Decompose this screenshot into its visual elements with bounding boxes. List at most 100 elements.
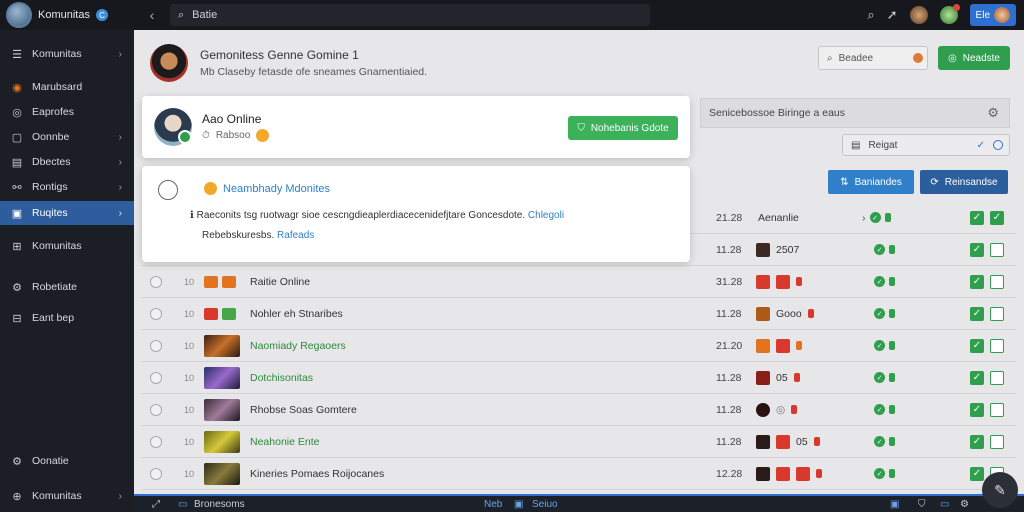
table-row[interactable]: 10 Naomiady Regaoers 21.20 ​ ✓​ ✓ bbox=[142, 330, 1016, 362]
bottom-mid-2[interactable]: Seiuo bbox=[532, 499, 558, 510]
notification-avatar[interactable] bbox=[939, 4, 960, 24]
thumbnail-icon bbox=[756, 434, 770, 449]
status-icon bbox=[776, 434, 790, 449]
check-box[interactable]: ✓ bbox=[970, 242, 984, 257]
check-box[interactable] bbox=[990, 434, 1004, 449]
sidebar-item-active[interactable]: ▣ Ruqites › bbox=[0, 201, 134, 225]
settings-icon[interactable]: ⚙ bbox=[960, 499, 969, 510]
search-icon[interactable]: ⌕ bbox=[867, 7, 874, 23]
gear-icon[interactable]: ⚙ bbox=[987, 105, 999, 121]
link-icon: ⚯ bbox=[12, 181, 22, 194]
row-name[interactable]: Naomiady Regaoers bbox=[250, 340, 346, 352]
user-avatar[interactable] bbox=[909, 6, 928, 24]
image-icon: ▣ bbox=[11, 207, 23, 220]
bottom-mid-1[interactable]: Neb bbox=[484, 499, 502, 510]
row-state: 2507 bbox=[756, 242, 799, 257]
sidebar-item-label: Rontigs bbox=[32, 181, 68, 193]
row-tags bbox=[204, 275, 236, 288]
sidebar-item-dashboard[interactable]: ◉ Marubsard bbox=[0, 75, 134, 99]
brand[interactable]: Komunitas C bbox=[0, 2, 134, 28]
row-radio[interactable] bbox=[150, 403, 162, 416]
check-box[interactable]: ✓ bbox=[970, 210, 984, 225]
page-search[interactable]: ⌕ Beadee bbox=[818, 46, 928, 70]
sidebar-item-community[interactable]: ⊞ Komunitas bbox=[0, 234, 134, 258]
right-panel-select[interactable]: ▤ Reigat ✓ bbox=[842, 134, 1010, 156]
check-box[interactable]: ✓ bbox=[970, 466, 984, 481]
row-radio[interactable] bbox=[150, 339, 162, 352]
sidebar-item-folder[interactable]: ▢ Oonnbe › bbox=[0, 125, 134, 149]
sidebar-item-logout[interactable]: ⊕ Komunitas › bbox=[0, 484, 134, 508]
table-row[interactable]: 10 Neahonie Ente 11.28 05​ ✓​ ✓ bbox=[142, 426, 1016, 458]
check-box[interactable] bbox=[990, 274, 1004, 289]
check-box[interactable]: ✓ bbox=[970, 274, 984, 289]
bottom-bar: ⤢ ▭ Bronesoms Neb ▣ Seiuo ▣ ⛉ ▭ ⚙ bbox=[134, 494, 1024, 512]
row-state: ​ bbox=[756, 274, 802, 289]
filter-button[interactable]: ⇅ Baniandes bbox=[828, 170, 914, 194]
send-icon[interactable]: ➚ bbox=[887, 7, 898, 23]
table-row[interactable]: 10 Dotchisonitas 11.28 05​ ✓​ ✓ bbox=[142, 362, 1016, 394]
chat-fab-button[interactable]: ✎ bbox=[982, 472, 1018, 508]
chevron-right-icon: › bbox=[118, 48, 122, 60]
sidebar-item-komunitas[interactable]: ☰ Komunitas › bbox=[0, 42, 134, 66]
right-panel-header: Senicebossoe Biringe a eaus ⚙ bbox=[700, 98, 1010, 128]
row-number: 21.28 bbox=[716, 211, 743, 224]
filter-button-label: Baniandes bbox=[854, 176, 902, 188]
row-radio[interactable] bbox=[150, 275, 162, 288]
search-input[interactable] bbox=[192, 9, 613, 21]
shield-icon[interactable]: ⛉ bbox=[918, 499, 926, 510]
sidebar-item-settings[interactable]: ⚙ Robetiate bbox=[0, 275, 134, 299]
search-bar[interactable]: ⌕ bbox=[170, 4, 650, 26]
check-box[interactable] bbox=[990, 370, 1004, 385]
row-ok: ✓​ bbox=[874, 404, 895, 415]
check-box[interactable] bbox=[990, 242, 1004, 257]
check-box[interactable]: ✓ bbox=[970, 370, 984, 385]
check-box[interactable] bbox=[990, 402, 1004, 417]
row-name[interactable]: Neahonie Ente bbox=[250, 436, 319, 448]
sidebar-item-help[interactable]: ⚙ Oonatie bbox=[0, 449, 134, 473]
radio-icon: ◎ bbox=[776, 403, 786, 416]
refresh-button[interactable]: ⟳ Reinsandse bbox=[920, 170, 1008, 194]
check-box[interactable]: ✓ bbox=[970, 306, 984, 321]
row-name[interactable]: Dotchisonitas bbox=[250, 372, 313, 384]
notice-link-1[interactable]: Chlegoli bbox=[528, 210, 564, 221]
bottom-left-label[interactable]: Bronesoms bbox=[194, 499, 245, 510]
check-box[interactable]: ✓ bbox=[970, 338, 984, 353]
header-action-button[interactable]: ◎ Neadste bbox=[938, 46, 1010, 70]
check-box[interactable]: ✓ bbox=[970, 402, 984, 417]
check-box[interactable] bbox=[990, 338, 1004, 353]
table-row[interactable]: 10 Raitie Online 31.28 ​ ✓​ ✓ bbox=[142, 266, 1016, 298]
back-icon[interactable]: ‹ bbox=[134, 7, 170, 23]
notice-link-2[interactable]: Rafeads bbox=[277, 230, 314, 241]
online-card-cta-button[interactable]: ⛉ Nohebanis Gdote bbox=[568, 116, 678, 140]
check-box[interactable]: ✓ bbox=[970, 434, 984, 449]
expand-icon[interactable]: ⤢ bbox=[152, 499, 160, 510]
row-number: 11.28 bbox=[716, 403, 742, 416]
sidebar-item-profile[interactable]: ◎ Eaprofes bbox=[0, 100, 134, 124]
check-box[interactable] bbox=[990, 306, 1004, 321]
table-row[interactable]: 10 Rhobse Soas Gomtere 11.28 ◎​ ✓​ ✓ bbox=[142, 394, 1016, 426]
online-card-cta-label: Nohebanis Gdote bbox=[590, 122, 669, 134]
image-icon[interactable]: ▣ bbox=[890, 499, 899, 510]
check-box[interactable]: ✓ bbox=[990, 210, 1004, 225]
clock-icon bbox=[158, 180, 178, 200]
row-thumbnail bbox=[204, 366, 240, 389]
table-row[interactable]: 10 Nohler eh Stnaribes 11.28 Gooo​ ✓​ ✓ bbox=[142, 298, 1016, 330]
profile-icon: ◎ bbox=[12, 106, 22, 119]
table-row[interactable]: 10 Kineries Pomaes Roijocanes 12.28 ​ ✓​… bbox=[142, 458, 1016, 490]
row-radio[interactable] bbox=[150, 435, 162, 448]
status-icon bbox=[776, 274, 790, 289]
page-title: Gemonitess Genne Gomine 1 bbox=[200, 48, 359, 62]
row-state: ​ bbox=[756, 338, 802, 353]
row-number: 11.28 bbox=[716, 243, 742, 256]
row-radio[interactable] bbox=[150, 371, 162, 384]
sidebar-item-grid[interactable]: ⊟ Eant bep bbox=[0, 306, 134, 330]
window-icon[interactable]: ▭ bbox=[940, 499, 949, 510]
row-radio[interactable] bbox=[150, 307, 162, 320]
sidebar-item-docs[interactable]: ▤ Dbectes › bbox=[0, 150, 134, 174]
row-ok: ✓​ bbox=[874, 372, 895, 383]
status-icon bbox=[776, 338, 790, 353]
row-radio[interactable] bbox=[150, 467, 162, 480]
sidebar-item-links[interactable]: ⚯ Rontigs › bbox=[0, 175, 134, 199]
row-name: Nohler eh Stnaribes bbox=[250, 307, 343, 320]
profile-pill[interactable]: Ele bbox=[969, 4, 1016, 26]
